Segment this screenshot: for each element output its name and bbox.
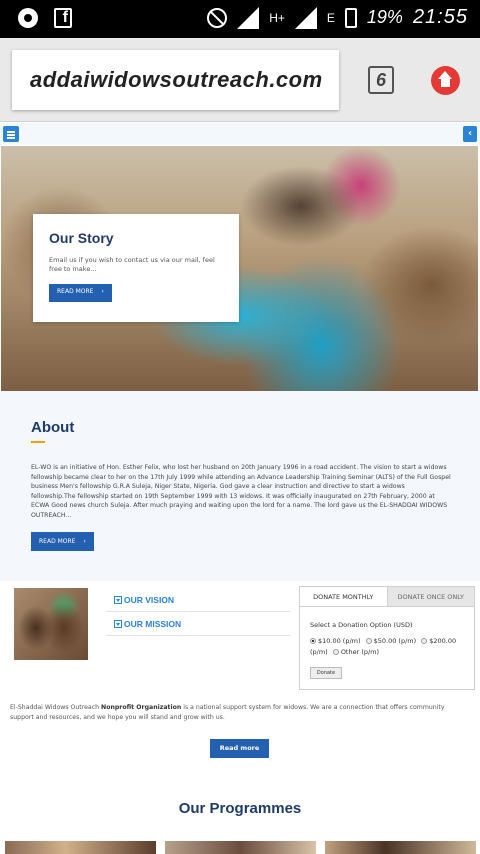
hamburger-menu-icon[interactable]	[3, 126, 19, 142]
do-not-disturb-icon	[207, 7, 228, 28]
record-icon	[18, 8, 38, 28]
opt-10-label: $10.00 (p/m)	[318, 637, 361, 645]
network-type-2: E	[326, 10, 335, 25]
tab-donate-once[interactable]: DONATE ONCE ONLY	[386, 587, 474, 606]
vision-donate-section: OUR VISION OUR MISSION DONATE MONTHLY DO…	[0, 582, 480, 692]
hero-read-more-label: READ MORE	[57, 288, 94, 295]
opt-200-label: $200.00	[429, 637, 457, 645]
clock: 21:55	[412, 6, 468, 28]
hero-read-more-button[interactable]: READ MORE ›	[49, 284, 112, 302]
org-type: Nonprofit Organization	[101, 704, 182, 711]
radio-200[interactable]	[421, 638, 428, 644]
expand-icon	[114, 620, 122, 628]
org-description: El-Shaddai Widows Outreach Nonprofit Org…	[10, 703, 470, 723]
about-text: EL-WO is an initiative of Hon. Esther Fe…	[31, 464, 451, 519]
radio-50[interactable]	[365, 638, 372, 644]
programme-image-3[interactable]	[325, 841, 476, 854]
title-underline	[31, 441, 45, 443]
programmes-title: Our Programmes	[178, 800, 302, 817]
home-icon[interactable]	[431, 66, 460, 95]
tab-switcher-button[interactable]: 6	[368, 66, 394, 94]
browser-toolbar: addaiwidowsoutreach.com 6	[0, 38, 480, 122]
about-section: About EL-WO is an initiative of Hon. Est…	[0, 391, 480, 581]
tab-donate-monthly[interactable]: DONATE MONTHLY	[300, 587, 387, 606]
network-type: H+	[269, 10, 285, 25]
about-read-more-label: READ MORE	[39, 538, 76, 545]
accordion-mission[interactable]: OUR MISSION	[106, 612, 290, 636]
accordion-mission-label: OUR MISSION	[124, 619, 182, 629]
org-name: El-Shaddai Widows Outreach	[10, 704, 100, 711]
chevron-right-icon: ›	[83, 538, 86, 545]
battery-icon	[344, 7, 357, 28]
about-read-more-button[interactable]: READ MORE ›	[31, 532, 94, 551]
programme-image-1[interactable]	[5, 841, 156, 854]
donate-widget: DONATE MONTHLY DONATE ONCE ONLY Select a…	[299, 586, 475, 690]
chevron-right-icon: ›	[101, 288, 104, 295]
expand-icon	[114, 596, 122, 604]
widows-photo	[14, 588, 88, 660]
signal-icon-2	[294, 6, 317, 29]
org-read-more-button[interactable]: Read more	[210, 739, 269, 758]
hero-title: Our Story	[49, 230, 114, 246]
donate-option-label: Select a Donation Option (USD)	[310, 621, 413, 629]
hero-slider: Our Story Email us if you wish to contac…	[1, 146, 478, 391]
status-bar: f H+ E 19% 21:55	[0, 0, 480, 38]
donate-button[interactable]: Donate	[310, 667, 342, 679]
opt-other-label: Other (p/m)	[340, 648, 380, 656]
hero-card: Our Story Email us if you wish to contac…	[33, 214, 239, 322]
battery-level: 19%	[366, 7, 403, 27]
site-navbar: ‹	[0, 123, 480, 145]
radio-other[interactable]	[332, 649, 339, 655]
opt-200-unit: (p/m)	[310, 648, 328, 656]
url-text[interactable]: addaiwidowsoutreach.com	[30, 67, 323, 93]
signal-icon	[237, 6, 260, 29]
hero-text: Email us if you wish to contact us via o…	[49, 256, 215, 273]
opt-50-label: $50.00 (p/m)	[373, 637, 417, 645]
address-bar[interactable]: addaiwidowsoutreach.com	[12, 50, 339, 110]
radio-10[interactable]	[310, 638, 316, 644]
accordion-vision[interactable]: OUR VISION	[106, 588, 290, 612]
about-title: About	[31, 419, 75, 436]
accordion-vision-label: OUR VISION	[124, 595, 175, 605]
programme-image-2[interactable]	[165, 841, 316, 854]
chevron-left-icon[interactable]: ‹	[463, 126, 477, 142]
donate-options: $10.00 (p/m) $50.00 (p/m) $200.00 (p/m) …	[310, 636, 470, 658]
facebook-icon: f	[54, 8, 72, 28]
